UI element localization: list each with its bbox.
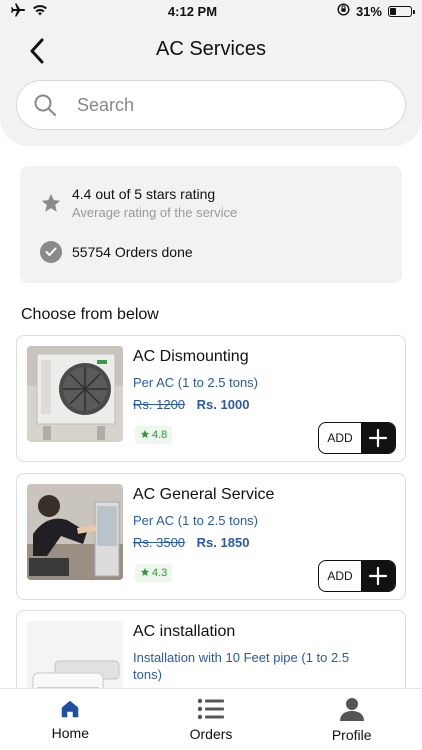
discounted-price: Rs. 1000 xyxy=(196,397,250,412)
battery-percent: 31% xyxy=(355,3,382,19)
service-image-ac-outdoor-unit xyxy=(27,346,123,442)
star-icon xyxy=(140,567,150,580)
nav-home[interactable]: Home xyxy=(0,689,141,750)
price-row: Rs. 1200 Rs. 1000 xyxy=(133,397,249,412)
add-button[interactable]: ADD xyxy=(318,422,396,454)
nav-orders-label: Orders xyxy=(189,726,233,742)
original-price: Rs. 3500 xyxy=(133,535,186,550)
status-time: 4:12 PM xyxy=(167,3,218,19)
battery-icon xyxy=(387,5,415,17)
original-price: Rs. 1200 xyxy=(133,397,186,412)
search-bar[interactable] xyxy=(16,80,406,130)
rating-badge: 4.3 xyxy=(135,564,173,582)
star-icon xyxy=(40,192,62,214)
service-description: Per AC (1 to 2.5 tons) xyxy=(133,375,259,390)
price-row: Rs. 3500 Rs. 1850 xyxy=(133,535,249,550)
wifi-icon xyxy=(32,4,48,19)
orders-count: 55754 Orders done xyxy=(72,244,193,260)
service-card[interactable]: AC Dismounting Per AC (1 to 2.5 tons) Rs… xyxy=(16,335,406,462)
rating-summary-card: 4.4 out of 5 stars rating Average rating… xyxy=(20,166,402,283)
orientation-lock-icon xyxy=(337,3,350,19)
service-name: AC General Service xyxy=(133,486,275,503)
rating-title: 4.4 out of 5 stars rating xyxy=(72,186,216,202)
search-icon xyxy=(34,94,56,116)
nav-profile-label: Profile xyxy=(331,727,372,743)
plus-icon xyxy=(361,423,395,453)
add-label: ADD xyxy=(327,569,353,583)
service-image-technician xyxy=(27,484,123,580)
user-icon xyxy=(339,698,364,721)
service-card[interactable]: AC General Service Per AC (1 to 2.5 tons… xyxy=(16,473,406,600)
discounted-price: Rs. 1850 xyxy=(196,535,250,550)
section-title: Choose from below xyxy=(21,306,159,323)
plus-icon xyxy=(361,561,395,591)
airplane-icon xyxy=(10,3,26,20)
nav-orders[interactable]: Orders xyxy=(141,689,282,750)
bottom-navigation: Home Orders Profile xyxy=(0,688,422,750)
rating-value: 4.8 xyxy=(152,429,168,441)
nav-home-label: Home xyxy=(51,725,90,741)
service-name: AC installation xyxy=(133,623,236,640)
search-input[interactable] xyxy=(77,94,377,116)
rating-value: 4.3 xyxy=(152,567,168,579)
status-bar: 4:12 PM 31% xyxy=(0,0,422,22)
star-icon xyxy=(140,429,150,442)
service-description: Installation with 10 Feet pipe (1 to 2.5… xyxy=(133,650,350,682)
service-name: AC Dismounting xyxy=(133,348,249,365)
add-label: ADD xyxy=(327,431,353,445)
home-icon xyxy=(62,700,79,718)
check-circle-icon xyxy=(40,241,62,263)
page-title: AC Services xyxy=(155,38,267,60)
rating-row: 4.4 out of 5 stars rating Average rating… xyxy=(40,186,237,220)
orders-row: 55754 Orders done xyxy=(40,241,193,263)
list-icon xyxy=(197,698,224,720)
nav-profile[interactable]: Profile xyxy=(281,689,422,750)
add-button[interactable]: ADD xyxy=(318,560,396,592)
service-description: Per AC (1 to 2.5 tons) xyxy=(133,513,259,528)
rating-badge: 4.8 xyxy=(135,426,173,444)
battery-level xyxy=(389,7,396,15)
rating-subtitle: Average rating of the service xyxy=(72,205,238,220)
